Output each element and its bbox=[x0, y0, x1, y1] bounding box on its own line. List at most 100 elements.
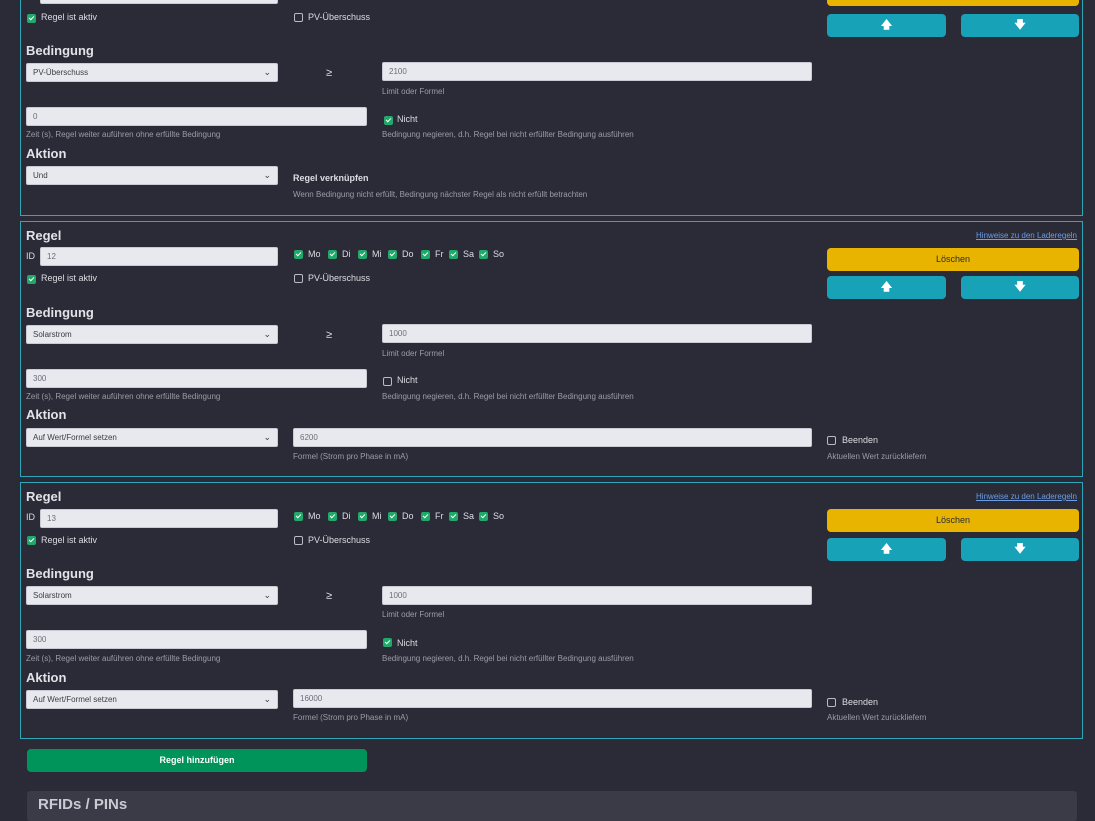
negate-checkbox[interactable] bbox=[383, 638, 392, 647]
time-input[interactable]: 0 bbox=[26, 107, 367, 126]
arrow-up-icon: 🡅 bbox=[880, 19, 893, 31]
negate-checkbox[interactable] bbox=[384, 116, 393, 125]
move-down-button[interactable]: 🡇 bbox=[961, 538, 1079, 561]
limit-hint: Limit oder Formel bbox=[382, 610, 445, 619]
operator-sign: ≥ bbox=[326, 590, 333, 602]
add-rule-button[interactable]: Regel hinzufügen bbox=[27, 749, 367, 772]
move-down-button[interactable]: 🡇 bbox=[961, 276, 1079, 299]
condition-value: Solarstrom bbox=[33, 330, 72, 339]
negate-label: Nicht bbox=[397, 375, 418, 385]
condition-select[interactable]: Solarstrom ⌄ bbox=[26, 586, 278, 605]
day-checkbox-fr[interactable] bbox=[421, 250, 430, 259]
arrow-up-icon: 🡅 bbox=[880, 543, 893, 555]
day-checkbox-fr[interactable] bbox=[421, 512, 430, 521]
pv-surplus-checkbox[interactable] bbox=[294, 274, 303, 283]
rule-active-checkbox[interactable] bbox=[27, 14, 36, 23]
rule-panel-1: Regel ist aktiv PV-Überschuss Löschen 🡅 … bbox=[20, 0, 1083, 216]
delete-button[interactable]: Löschen bbox=[827, 0, 1079, 6]
help-link[interactable]: Hinweise zu den Laderegeln bbox=[976, 231, 1077, 240]
action-value: Und bbox=[33, 171, 48, 180]
limit-hint: Limit oder Formel bbox=[382, 87, 445, 96]
negate-label: Nicht bbox=[397, 114, 418, 124]
pv-surplus-label: PV-Überschuss bbox=[308, 273, 371, 283]
delete-button[interactable]: Löschen bbox=[827, 509, 1079, 532]
day-label-sa: Sa bbox=[463, 511, 475, 521]
chevron-down-icon: ⌄ bbox=[263, 67, 271, 77]
action-heading: Aktion bbox=[26, 146, 67, 161]
arrow-up-icon: 🡅 bbox=[880, 281, 893, 293]
action-value: Auf Wert/Formel setzen bbox=[33, 433, 117, 442]
operator-sign: ≥ bbox=[326, 329, 333, 341]
action-select[interactable]: Auf Wert/Formel setzen ⌄ bbox=[26, 690, 278, 709]
day-checkbox-sa[interactable] bbox=[449, 512, 458, 521]
finish-checkbox[interactable] bbox=[827, 436, 836, 445]
action-select[interactable]: Auf Wert/Formel setzen ⌄ bbox=[26, 428, 278, 447]
link-rules-label: Regel verknüpfen bbox=[293, 173, 369, 183]
day-checkbox-do[interactable] bbox=[388, 250, 397, 259]
day-checkbox-do[interactable] bbox=[388, 512, 397, 521]
day-label-di: Di bbox=[342, 511, 351, 521]
day-checkbox-mo[interactable] bbox=[294, 250, 303, 259]
rule-active-checkbox[interactable] bbox=[27, 275, 36, 284]
time-input[interactable]: 300 bbox=[26, 369, 367, 388]
day-label-mi: Mi bbox=[372, 511, 382, 521]
condition-select[interactable]: PV-Überschuss ⌄ bbox=[26, 63, 278, 82]
rule-id-input[interactable] bbox=[40, 0, 278, 4]
limit-input[interactable]: 2100 bbox=[382, 62, 812, 81]
finish-label: Beenden bbox=[842, 697, 879, 707]
rule-panel-2: Regel Hinweise zu den Laderegeln ID 12 M… bbox=[20, 221, 1083, 477]
day-checkbox-mo[interactable] bbox=[294, 512, 303, 521]
chevron-down-icon: ⌄ bbox=[263, 590, 271, 600]
finish-checkbox[interactable] bbox=[827, 698, 836, 707]
pv-surplus-label: PV-Überschuss bbox=[308, 535, 371, 545]
arrow-down-icon: 🡇 bbox=[1014, 281, 1026, 293]
rule-heading: Regel bbox=[26, 489, 62, 504]
action-select[interactable]: Und ⌄ bbox=[26, 166, 278, 185]
rule-id-input[interactable]: 13 bbox=[40, 509, 278, 528]
move-up-button[interactable]: 🡅 bbox=[827, 276, 946, 299]
move-down-button[interactable]: 🡇 bbox=[961, 14, 1079, 37]
rule-active-checkbox[interactable] bbox=[27, 536, 36, 545]
day-checkbox-mi[interactable] bbox=[358, 250, 367, 259]
pv-surplus-checkbox[interactable] bbox=[294, 13, 303, 22]
negate-hint: Bedingung negieren, d.h. Regel bei nicht… bbox=[382, 654, 634, 663]
move-up-button[interactable]: 🡅 bbox=[827, 538, 946, 561]
condition-value: Solarstrom bbox=[33, 591, 72, 600]
formula-input[interactable]: 16000 bbox=[293, 689, 812, 708]
move-up-button[interactable]: 🡅 bbox=[827, 14, 946, 37]
rule-id-input[interactable]: 12 bbox=[40, 247, 278, 266]
formula-hint: Formel (Strom pro Phase in mA) bbox=[293, 452, 409, 461]
day-checkbox-di[interactable] bbox=[328, 512, 337, 521]
negate-label: Nicht bbox=[397, 638, 418, 648]
time-hint: Zeit (s), Regel weiter auführen ohne erf… bbox=[26, 130, 221, 139]
delete-button[interactable]: Löschen bbox=[827, 248, 1079, 271]
formula-input[interactable]: 6200 bbox=[293, 428, 812, 447]
rule-active-label: Regel ist aktiv bbox=[41, 12, 98, 22]
help-link[interactable]: Hinweise zu den Laderegeln bbox=[976, 492, 1077, 501]
day-checkbox-so[interactable] bbox=[479, 250, 488, 259]
rule-active-label: Regel ist aktiv bbox=[41, 535, 98, 545]
time-input[interactable]: 300 bbox=[26, 630, 367, 649]
day-checkbox-mi[interactable] bbox=[358, 512, 367, 521]
day-label-so: So bbox=[493, 249, 505, 259]
rule-active-label: Regel ist aktiv bbox=[41, 273, 98, 283]
day-label-so: So bbox=[493, 511, 505, 521]
day-checkbox-di[interactable] bbox=[328, 250, 337, 259]
day-checkbox-so[interactable] bbox=[479, 512, 488, 521]
chevron-down-icon: ⌄ bbox=[263, 329, 271, 339]
limit-input[interactable]: 1000 bbox=[382, 324, 812, 343]
day-label-di: Di bbox=[342, 249, 351, 259]
pv-surplus-checkbox[interactable] bbox=[294, 536, 303, 545]
action-heading: Aktion bbox=[26, 670, 67, 685]
rule-heading: Regel bbox=[26, 228, 62, 243]
rfid-section: RFIDs / PINs bbox=[27, 791, 1077, 821]
condition-heading: Bedingung bbox=[26, 305, 94, 320]
negate-hint: Bedingung negieren, d.h. Regel bei nicht… bbox=[382, 392, 634, 401]
limit-input[interactable]: 1000 bbox=[382, 586, 812, 605]
finish-hint: Aktuellen Wert zurückliefern bbox=[827, 452, 927, 461]
action-value: Auf Wert/Formel setzen bbox=[33, 695, 117, 704]
chevron-down-icon: ⌄ bbox=[263, 694, 271, 704]
day-checkbox-sa[interactable] bbox=[449, 250, 458, 259]
negate-checkbox[interactable] bbox=[383, 377, 392, 386]
condition-select[interactable]: Solarstrom ⌄ bbox=[26, 325, 278, 344]
